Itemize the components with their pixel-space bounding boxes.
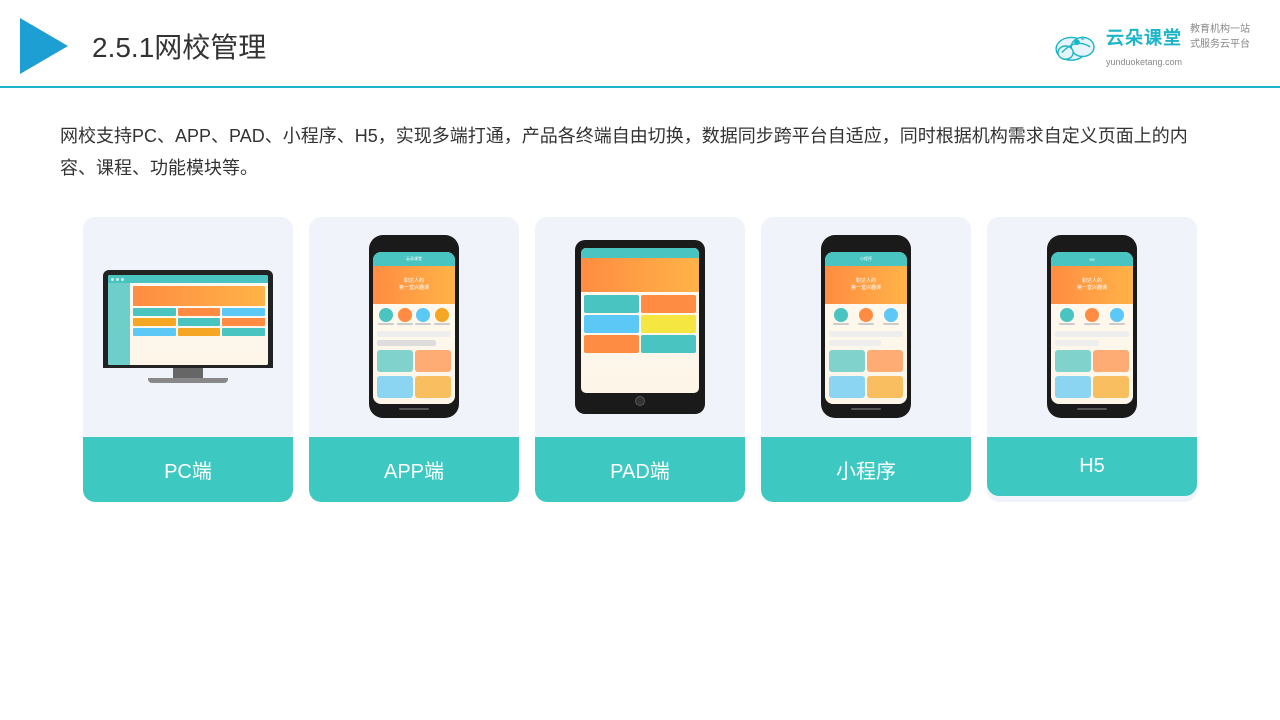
header-right: 云朵课堂 教育机构一站式服务云平台 yunduoketang.com [1052, 22, 1250, 70]
brand-name: 云朵课堂 [1106, 24, 1182, 50]
pad-tablet-mockup [575, 240, 705, 414]
card-pc-label: PC端 [83, 437, 293, 502]
h5-phone-mockup: H5 职达人的第一堂兴趣课 [1047, 235, 1137, 418]
header-left: 2.5.1网校管理 [20, 18, 266, 74]
card-miniprogram: 小程序 职达人的第一堂兴趣课 [761, 217, 971, 502]
card-h5-image: H5 职达人的第一堂兴趣课 [987, 217, 1197, 437]
brand-url: yunduoketang.com [1106, 57, 1182, 67]
card-pad-image [535, 217, 745, 437]
card-app-image: 云朵课堂 职达人的第一堂兴趣课 [309, 217, 519, 437]
miniprogram-phone-mockup: 小程序 职达人的第一堂兴趣课 [821, 235, 911, 418]
card-h5: H5 职达人的第一堂兴趣课 [987, 217, 1197, 502]
card-app-label: APP端 [309, 437, 519, 502]
card-pc-image [83, 217, 293, 437]
description-text: 网校支持PC、APP、PAD、小程序、H5，实现多端打通，产品各终端自由切换，数… [0, 88, 1280, 201]
card-pad-label: PAD端 [535, 437, 745, 502]
card-app: 云朵课堂 职达人的第一堂兴趣课 [309, 217, 519, 502]
card-miniprogram-image: 小程序 职达人的第一堂兴趣课 [761, 217, 971, 437]
header: 2.5.1网校管理 云朵课堂 教育机构一站式服务云平台 yunduoketang… [0, 0, 1280, 88]
brand-slogan: 教育机构一站式服务云平台 [1190, 22, 1250, 52]
card-miniprogram-label: 小程序 [761, 437, 971, 502]
page-title: 2.5.1网校管理 [92, 26, 266, 66]
title-num: 2.5.1网校管理 [92, 32, 266, 63]
card-h5-label: H5 [987, 437, 1197, 496]
brand-text-group: 云朵课堂 教育机构一站式服务云平台 yunduoketang.com [1106, 22, 1250, 70]
logo-triangle-icon [20, 18, 68, 74]
pc-mockup [103, 270, 273, 383]
description-paragraph: 网校支持PC、APP、PAD、小程序、H5，实现多端打通，产品各终端自由切换，数… [60, 120, 1220, 185]
cloud-icon [1052, 28, 1100, 64]
card-pc: PC端 [83, 217, 293, 502]
cards-container: PC端 云朵课堂 职达人的第一堂兴趣课 [0, 201, 1280, 502]
brand-logo: 云朵课堂 教育机构一站式服务云平台 yunduoketang.com [1052, 22, 1250, 70]
card-pad: PAD端 [535, 217, 745, 502]
app-phone-mockup: 云朵课堂 职达人的第一堂兴趣课 [369, 235, 459, 418]
